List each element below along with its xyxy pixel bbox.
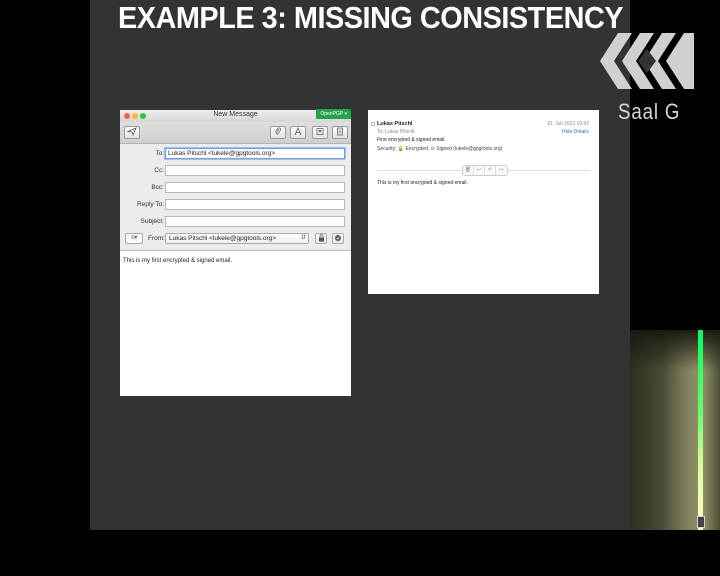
reply-icon[interactable]: ↩ — [474, 166, 485, 175]
bcc-field[interactable] — [165, 182, 345, 193]
trash-icon[interactable]: 🗑 — [463, 166, 474, 175]
signature-seal-icon — [335, 235, 341, 241]
from-label: From: — [148, 235, 165, 242]
attach-button[interactable] — [270, 126, 286, 139]
cc-field[interactable] — [165, 165, 345, 176]
bcc-row: Bcc: — [120, 181, 351, 195]
from-value: Lukas Pitschl <lukele@gpgtools.org> — [169, 235, 277, 242]
subject-field[interactable] — [165, 216, 345, 227]
photo-browser-icon — [316, 128, 324, 135]
message-actions: 🗑 ↩ ↶ ↪ — [462, 165, 508, 176]
format-button[interactable] — [290, 126, 306, 139]
openpgp-button[interactable]: OpenPGP ▾ — [316, 109, 351, 119]
to-field[interactable]: Lukas Pitschl <lukele@gpgtools.org> — [165, 148, 345, 159]
reply-to-row: Reply To: — [120, 198, 351, 212]
reply-to-label: Reply To: — [137, 201, 164, 208]
speaker-video-strip — [630, 330, 720, 530]
to-row: To: Lukas Pitschl <lukele@gpgtools.org> — [120, 147, 351, 161]
compose-window: New Message OpenPGP ▾ To: Lukas Pitschl … — [120, 109, 351, 396]
compose-toolbar — [120, 122, 351, 144]
list-menu-icon: ≡▾ — [130, 235, 138, 241]
to-label: To: — [155, 150, 164, 157]
message-date: 10. Juli 2013 19:42 — [546, 121, 589, 127]
subject-row: Subject: — [120, 215, 351, 229]
bcc-label: Bcc: — [151, 184, 164, 191]
message-body[interactable]: This is my first encrypted & signed emai… — [123, 258, 232, 264]
sender-name: Lukas Pitschl — [377, 121, 413, 127]
slide-title: EXAMPLE 3: MISSING CONSISTENCY — [118, 0, 624, 35]
paperclip-icon — [275, 127, 281, 135]
font-icon — [294, 126, 302, 136]
header-fields-menu-button[interactable]: ≡▾ — [125, 233, 143, 244]
security-status: Security: 🔒 Encrypted, ⊙ Signed (lukele@… — [377, 146, 503, 152]
from-row: ≡▾ From: Lukas Pitschl <lukele@gpgtools.… — [120, 232, 351, 248]
reply-to-field[interactable] — [165, 199, 345, 210]
chevron-updown-icon: ⇵ — [300, 235, 306, 241]
lock-icon — [318, 234, 324, 242]
reply-all-icon[interactable]: ↶ — [485, 166, 496, 175]
subject-label: Subject: — [140, 218, 165, 225]
send-button[interactable] — [124, 126, 140, 139]
room-label: Saal G — [618, 99, 681, 124]
forward-icon[interactable]: ↪ — [496, 166, 507, 175]
from-select[interactable]: Lukas Pitschl <lukele@gpgtools.org> ⇵ — [165, 233, 309, 244]
message-body-text: This is my first encrypted & signed emai… — [377, 180, 468, 186]
cc-label: Cc: — [154, 167, 164, 174]
recipient-line: To: Lukas Pitschl — [377, 129, 415, 135]
photo-browser-button[interactable] — [312, 126, 328, 139]
stationery-icon — [337, 127, 343, 136]
sign-toggle-button[interactable] — [332, 233, 344, 244]
message-subject: First encrypted & signed email — [377, 137, 445, 143]
select-checkbox[interactable] — [371, 122, 375, 126]
message-viewer: Lukas Pitschl 10. Juli 2013 19:42 Hide D… — [368, 110, 599, 294]
hide-details-link[interactable]: Hide Details — [562, 129, 589, 135]
cc-row: Cc: — [120, 164, 351, 178]
encrypt-toggle-button[interactable] — [315, 233, 327, 244]
stationery-button[interactable] — [332, 126, 348, 139]
compose-titlebar: New Message OpenPGP ▾ — [120, 109, 351, 122]
conference-logo-icon — [600, 33, 694, 89]
paper-plane-icon — [126, 127, 137, 137]
